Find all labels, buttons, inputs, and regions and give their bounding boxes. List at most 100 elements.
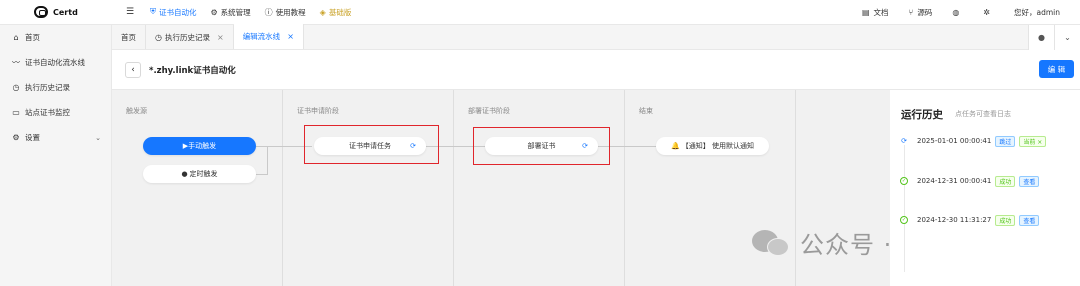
shield-icon: ⛨ (150, 7, 156, 16)
language-button[interactable]: ◍ (952, 8, 963, 17)
history-icon: ◷ (12, 83, 20, 92)
loading-icon: ⟳ (900, 137, 908, 145)
topnav-label: 使用教程 (275, 7, 306, 17)
chevron-left-icon: ‹ (131, 64, 135, 75)
menu-toggle-icon[interactable]: ☰ (126, 7, 144, 17)
logo-icon (34, 6, 48, 18)
close-icon[interactable]: × (217, 33, 224, 42)
gear-icon: ⚙ (12, 133, 20, 142)
top-right-actions: ▤ 文档 ⑂ 源码 ◍ ✲ 您好，admin (862, 0, 1080, 25)
tabs-actions: ● ⌄ (1028, 25, 1080, 50)
stage-deploy-cert: 部署证书阶段 (454, 90, 625, 286)
close-icon[interactable]: × (287, 32, 294, 41)
status-badge: 成功 (995, 175, 1016, 187)
home-icon: ⌂ (13, 33, 19, 42)
logo[interactable]: Certd (0, 6, 112, 18)
check-circle-icon: ✓ (900, 216, 908, 224)
branch-icon: ⑂ (908, 8, 914, 17)
tab-settings-button[interactable]: ● (1028, 25, 1054, 50)
topnav-label: 基础版 (328, 7, 352, 17)
history-icon: ◷ (155, 32, 162, 42)
history-time: 2025-01-01 00:00:41 (917, 137, 992, 145)
book-icon: ▤ (861, 8, 870, 17)
highlight-box (304, 125, 439, 164)
node-label: 定时触发 (189, 170, 218, 178)
tab-history[interactable]: ◷ 执行历史记录 × (146, 25, 234, 49)
stage-title: 结束 (639, 107, 653, 115)
tab-home[interactable]: 首页 (112, 25, 146, 49)
topnav-label: 系统管理 (220, 7, 251, 17)
sidebar-item-label: 首页 (25, 33, 40, 42)
theme-button[interactable]: ✲ (983, 8, 994, 17)
history-title: 运行历史 (901, 109, 943, 121)
tab-label: 执行历史记录 (164, 32, 210, 42)
tab-edit-pipeline[interactable]: 编辑流水线 × (233, 24, 304, 49)
stage-title: 触发源 (126, 107, 147, 115)
sidebar-item-pipeline[interactable]: 〰 证书自动化流水线 (0, 50, 111, 75)
page-header: ‹ *.zhy.link证书自动化 编 辑 (112, 50, 1080, 90)
stage-apply-cert: 证书申请阶段 (283, 90, 454, 286)
topnav-tutorial[interactable]: ⓘ 使用教程 (265, 7, 306, 18)
topnav-cert-automation[interactable]: ⛨ 证书自动化 (150, 7, 197, 18)
connector-line (256, 174, 268, 175)
tab-label: 编辑流水线 (242, 32, 281, 41)
check-circle-icon: ✓ (900, 177, 908, 185)
page-title: *.zhy.link证书自动化 (149, 65, 236, 76)
notify-node[interactable]: 🔔 【通知】 使用默认通知 (656, 137, 769, 155)
view-button[interactable]: 查看 (1019, 175, 1040, 187)
view-button[interactable]: 查看 (1019, 214, 1040, 226)
sidebar-item-label: 设置 (25, 133, 40, 142)
sidebar-item-label: 执行历史记录 (25, 83, 70, 92)
stage-title: 部署证书阶段 (468, 107, 510, 115)
timeline-line (904, 142, 905, 272)
status-badge: 成功 (995, 214, 1016, 226)
history-time: 2024-12-30 11:31:27 (917, 216, 992, 224)
topnav-label: 证书自动化 (159, 7, 197, 17)
help-icon: ⓘ (264, 7, 273, 17)
back-button[interactable]: ‹ (125, 61, 141, 78)
source-label: 源码 (917, 8, 933, 17)
node-label: 【通知】 使用默认通知 (681, 142, 754, 150)
logo-text: Certd (53, 7, 78, 17)
docs-label: 文档 (873, 8, 889, 17)
sidebar: ⌂ 首页 〰 证书自动化流水线 ◷ 执行历史记录 ▭ 站点证书监控 ⚙ 设置 ⌄ (0, 25, 112, 286)
edit-button[interactable]: 编 辑 (1039, 60, 1074, 78)
stage-title: 证书申请阶段 (297, 107, 339, 115)
topnav-basic-edition[interactable]: ◈ 基础版 (320, 7, 352, 18)
topnav-system-management[interactable]: ⚙ 系统管理 (211, 7, 251, 18)
stage-trigger: 触发源 (112, 90, 283, 286)
tab-dropdown-button[interactable]: ⌄ (1054, 25, 1080, 50)
clock-icon: ● (181, 170, 188, 178)
wechat-icon (752, 226, 792, 258)
chevron-down-icon: ⌄ (95, 133, 101, 142)
status-badge: 跳过 (995, 135, 1016, 147)
timer-trigger-node[interactable]: ● 定时触发 (143, 165, 256, 183)
theme-icon: ✲ (983, 8, 990, 17)
gear-icon: ● (1038, 33, 1045, 42)
sidebar-item-monitor[interactable]: ▭ 站点证书监控 (0, 100, 111, 125)
history-item[interactable]: ✓ 2024-12-31 00:00:41 成功 查看 (900, 174, 1040, 188)
user-menu[interactable]: 您好，admin (1014, 7, 1060, 18)
history-item[interactable]: ⟳ 2025-01-01 00:00:41 跳过 当前 × (900, 134, 1047, 148)
top-bar: Certd ☰ ⛨ 证书自动化 ⚙ 系统管理 ⓘ 使用教程 ◈ 基础版 ▤ 文档… (0, 0, 1080, 25)
trend-icon: 〰 (12, 58, 20, 67)
sidebar-item-history[interactable]: ◷ 执行历史记录 (0, 75, 111, 100)
chevron-down-icon: ⌄ (1064, 33, 1071, 42)
docs-link[interactable]: ▤ 文档 (862, 7, 889, 18)
sidebar-item-home[interactable]: ⌂ 首页 (0, 25, 111, 50)
bell-icon: 🔔 (671, 142, 680, 150)
manual-trigger-button[interactable]: ▶手动触发 (143, 137, 256, 155)
history-item[interactable]: ✓ 2024-12-30 11:31:27 成功 查看 (900, 213, 1040, 227)
current-tag[interactable]: 当前 × (1019, 135, 1047, 147)
greeting-text: 您好，admin (1014, 8, 1060, 17)
sidebar-item-settings[interactable]: ⚙ 设置 ⌄ (0, 125, 111, 150)
history-subtitle: 点任务可查看日志 (955, 110, 1011, 118)
connector-line (267, 146, 268, 174)
globe-icon: ◍ (952, 8, 960, 17)
top-nav: ⛨ 证书自动化 ⚙ 系统管理 ⓘ 使用教程 ◈ 基础版 (150, 7, 365, 18)
sidebar-item-label: 站点证书监控 (25, 108, 70, 117)
run-history-panel: 运行历史 点任务可查看日志 ⟳ 2025-01-01 00:00:41 跳过 当… (890, 90, 1080, 286)
source-link[interactable]: ⑂ 源码 (909, 7, 933, 18)
highlight-box (473, 127, 610, 165)
diamond-icon: ◈ (319, 7, 326, 17)
